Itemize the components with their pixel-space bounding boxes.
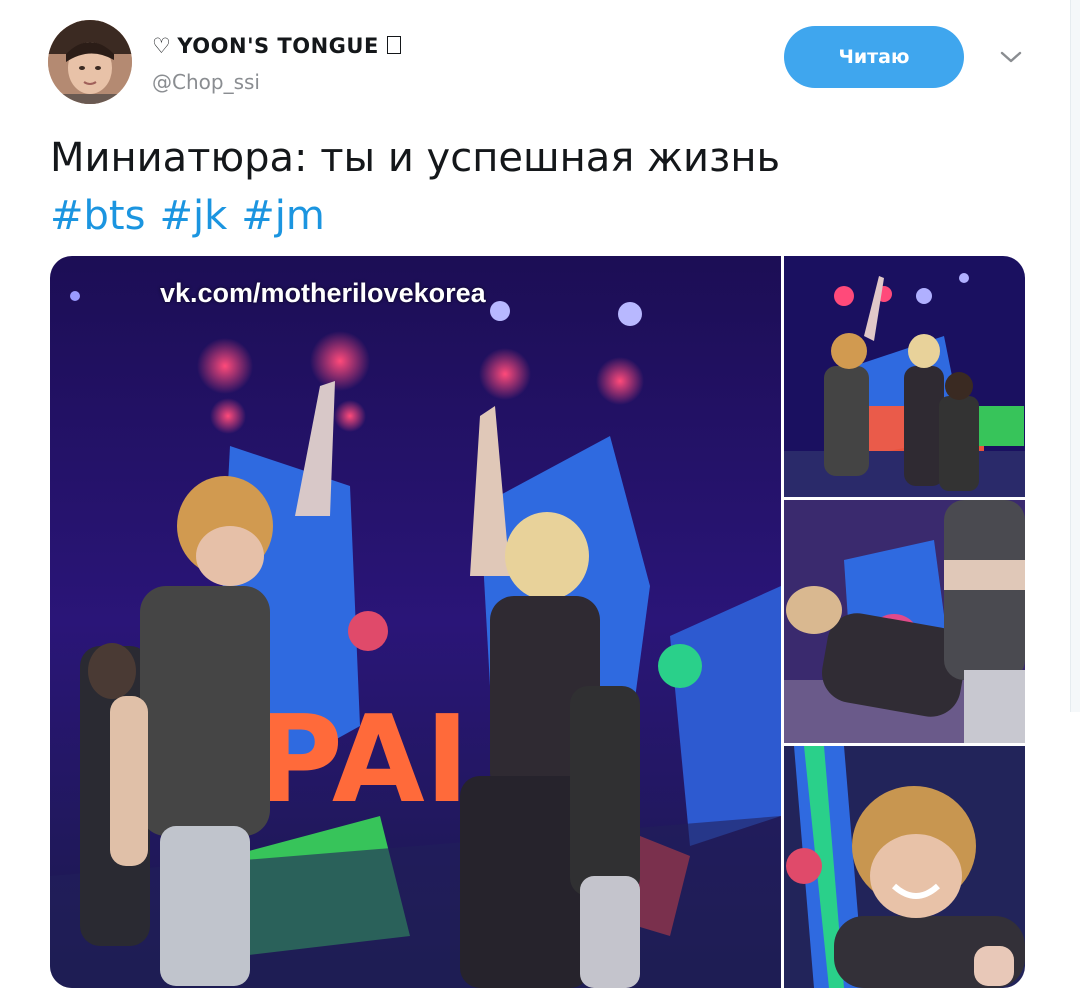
author-handle[interactable]: @Chop_ssi [152,70,260,94]
tweet-text: Миниатюра: ты и успешная жизнь [50,135,781,181]
following-button[interactable]: Читаю [784,26,964,88]
missing-glyph-icon [386,36,401,54]
page-scrollbar[interactable] [1070,0,1080,712]
photo-main[interactable]: PAI M vk.com/motherilovekorea [50,256,781,988]
heart-outline-icon: ♡ [152,34,172,58]
media-grid: PAI M vk.com/motherilovekorea [50,256,1025,988]
photo-thumbnail-2[interactable] [784,500,1025,743]
photo-thumbnail-3[interactable] [784,746,1025,988]
tweet-hashtags: #bts #jk #jm [50,190,339,242]
photo-thumbnail-1[interactable] [784,256,1025,497]
tweet-header: ♡ YOON'S TONGUE @Chop_ssi Читаю [48,20,1048,106]
avatar[interactable] [48,20,132,104]
watermark-text: vk.com/motherilovekorea [160,278,486,308]
author-name-text: YOON'S TONGUE [177,34,379,58]
hashtag-link[interactable]: #jk [159,193,227,239]
author-display-name[interactable]: ♡ YOON'S TONGUE [152,34,401,58]
hashtag-link[interactable]: #jm [241,193,325,239]
hashtag-link[interactable]: #bts [50,193,145,239]
chevron-down-icon[interactable] [998,48,1024,66]
